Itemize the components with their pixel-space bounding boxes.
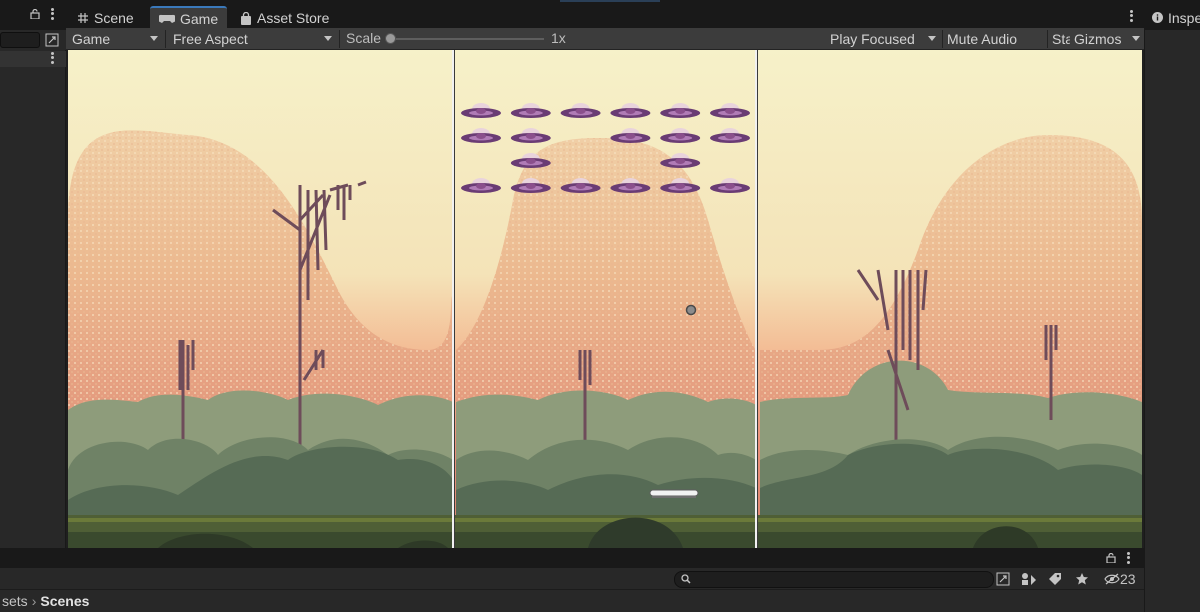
- inspector-tabbar: Inspe: [1145, 0, 1200, 30]
- game-view-panel: [66, 50, 1144, 548]
- tab-label: Inspe: [1168, 10, 1200, 26]
- hierarchy-tabbar: [0, 0, 65, 30]
- eye-slash-icon: [1104, 573, 1120, 585]
- unity-editor: Scene Game Asset Store Game Free Aspect: [0, 0, 1200, 612]
- label-icon[interactable]: [1046, 571, 1064, 587]
- game-toolbar: Game Free Aspect Scale 1x Play Focused M…: [66, 28, 1146, 50]
- scale-label: Scale: [346, 30, 382, 46]
- view-tabbar: Scene Game Asset Store: [66, 0, 1144, 30]
- breadcrumb-current[interactable]: Scenes: [40, 593, 89, 609]
- more-options-icon[interactable]: [1128, 9, 1134, 23]
- back-hills: [68, 130, 1142, 410]
- tab-asset-store[interactable]: Asset Store: [231, 6, 338, 30]
- game-scene: [68, 50, 1142, 548]
- ball: [685, 304, 697, 316]
- scale-slider-handle[interactable]: [385, 33, 396, 44]
- display-value: Game: [72, 30, 111, 47]
- scene-picker-icon[interactable]: [45, 33, 59, 47]
- grid-icon: [77, 12, 89, 24]
- tab-scene[interactable]: Scene: [68, 6, 143, 30]
- gizmos-dropdown[interactable]: Gizmos: [1070, 28, 1146, 49]
- breadcrumb-parent[interactable]: sets: [2, 593, 28, 609]
- mute-audio-button[interactable]: Mute Audio: [944, 28, 1020, 49]
- project-toolbar: 23: [0, 568, 1144, 590]
- play-mode-dropdown[interactable]: Play Focused: [824, 28, 942, 49]
- tab-game[interactable]: Game: [150, 6, 228, 30]
- divider: [1047, 30, 1048, 48]
- scale-slider-track[interactable]: [388, 38, 544, 40]
- shopping-bag-icon: [240, 11, 252, 25]
- tab-label: Asset Store: [257, 10, 330, 26]
- game-render[interactable]: [68, 50, 1142, 548]
- project-tabbar: [0, 548, 1144, 568]
- display-dropdown[interactable]: Game: [66, 28, 164, 49]
- hierarchy-panel: [0, 0, 66, 548]
- divider: [339, 30, 340, 48]
- hidden-count: 23: [1120, 571, 1136, 587]
- hierarchy-search-row: [0, 30, 66, 50]
- inspector-panel: Inspe: [1144, 0, 1200, 612]
- hierarchy-search-input[interactable]: [0, 32, 40, 48]
- hidden-packages-toggle[interactable]: 23: [1104, 571, 1136, 587]
- more-options-icon[interactable]: [49, 7, 55, 21]
- project-search-input[interactable]: [674, 571, 994, 588]
- aspect-dropdown[interactable]: Free Aspect: [167, 28, 338, 49]
- tab-label: Scene: [94, 10, 134, 26]
- breadcrumb: sets › Scenes: [0, 590, 1144, 612]
- scale-value: 1x: [551, 30, 566, 46]
- aspect-value: Free Aspect: [173, 30, 248, 47]
- drag-accent: [560, 0, 660, 2]
- hierarchy-scene-row[interactable]: [0, 51, 66, 67]
- chevron-down-icon: [324, 36, 332, 41]
- chevron-down-icon: [1132, 36, 1140, 41]
- tab-label: Game: [180, 11, 219, 27]
- favorite-star-icon[interactable]: [1073, 571, 1091, 587]
- filter-by-type-icon[interactable]: [1020, 571, 1038, 587]
- info-icon: [1152, 10, 1163, 26]
- chevron-right-icon: ›: [31, 593, 37, 609]
- tab-inspector[interactable]: Inspe: [1152, 6, 1200, 30]
- divider: [165, 30, 166, 48]
- mute-audio-label: Mute Audio: [947, 30, 1018, 47]
- paddle: [649, 489, 699, 498]
- search-icon: [681, 574, 691, 584]
- gamepad-icon: [159, 14, 175, 24]
- play-mode-value: Play Focused: [830, 30, 915, 47]
- chevron-down-icon: [150, 36, 158, 41]
- search-by-type-icon[interactable]: [994, 571, 1012, 587]
- gizmos-label: Gizmos: [1074, 30, 1122, 47]
- lock-icon[interactable]: [30, 9, 40, 19]
- grass-ground: [68, 515, 1142, 548]
- chevron-down-icon: [928, 36, 936, 41]
- lock-icon[interactable]: [1106, 553, 1116, 563]
- more-options-icon[interactable]: [1125, 551, 1131, 565]
- divider: [942, 30, 943, 48]
- more-options-icon[interactable]: [49, 51, 55, 65]
